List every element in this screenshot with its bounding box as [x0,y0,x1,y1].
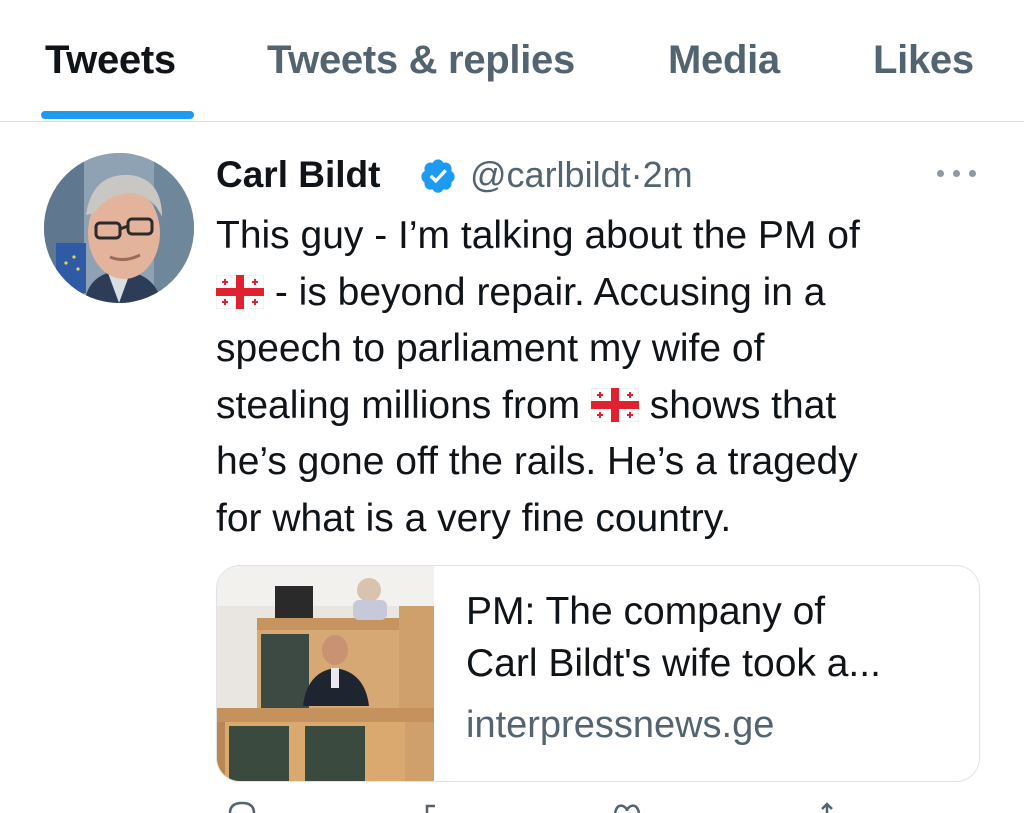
link-preview-title: PM: The company of Carl Bildt's wife too… [466,586,966,690]
tweet-text-line: he’s gone off the rails. He’s a tragedy [216,440,858,484]
georgia-flag-icon [590,387,639,422]
reply-icon[interactable] [226,800,258,813]
verified-badge-icon [421,159,455,193]
tab-media[interactable]: Media [668,38,780,83]
tweet-text-line: for what is a very fine country. [216,496,732,540]
author-name[interactable]: Carl Bildt [216,154,380,196]
link-preview-card[interactable]: PM: The company of Carl Bildt's wife too… [216,565,980,782]
author-handle-and-time: @carlbildt·2m [470,154,693,196]
tweet-text-line: speech to parliament my wife of [216,327,765,371]
profile-tabs: Tweets Tweets & replies Media Likes [0,0,1024,122]
tweet-text-line: stealing millions from shows that [216,378,986,435]
share-icon[interactable] [811,800,843,813]
link-title-line: PM: The company of [466,590,826,633]
avatar-photo [44,153,194,303]
more-options-icon[interactable] [935,158,979,188]
tweet-text-fragment: stealing millions from [216,383,581,427]
tweet-action-bar [216,800,986,813]
tweet-text-fragment: - is beyond repair. Accusing in a [264,270,826,314]
tweet-text: This guy - I’m talking about the PM of -… [216,208,986,548]
active-tab-indicator [41,111,194,119]
tab-tweets-and-replies[interactable]: Tweets & replies [267,38,575,83]
avatar[interactable] [44,153,194,303]
link-title-line: Carl Bildt's wife took a... [466,642,881,685]
tweet-text-line: - is beyond repair. Accusing in a [216,265,986,322]
tweet-time[interactable]: 2m [643,154,693,195]
tab-tweets[interactable]: Tweets [45,38,176,83]
link-preview-image [217,566,434,781]
retweet-icon[interactable] [421,800,453,813]
tab-likes[interactable]: Likes [873,38,974,83]
tweet-text-fragment: shows that [638,383,837,427]
like-icon[interactable] [611,800,643,813]
georgia-flag-icon [216,274,264,309]
author-handle[interactable]: @carlbildt [470,154,631,195]
meta-separator: · [630,154,643,195]
link-preview-domain: interpressnews.ge [466,704,775,746]
tweet-text-line: This guy - I’m talking about the PM of [216,214,860,257]
